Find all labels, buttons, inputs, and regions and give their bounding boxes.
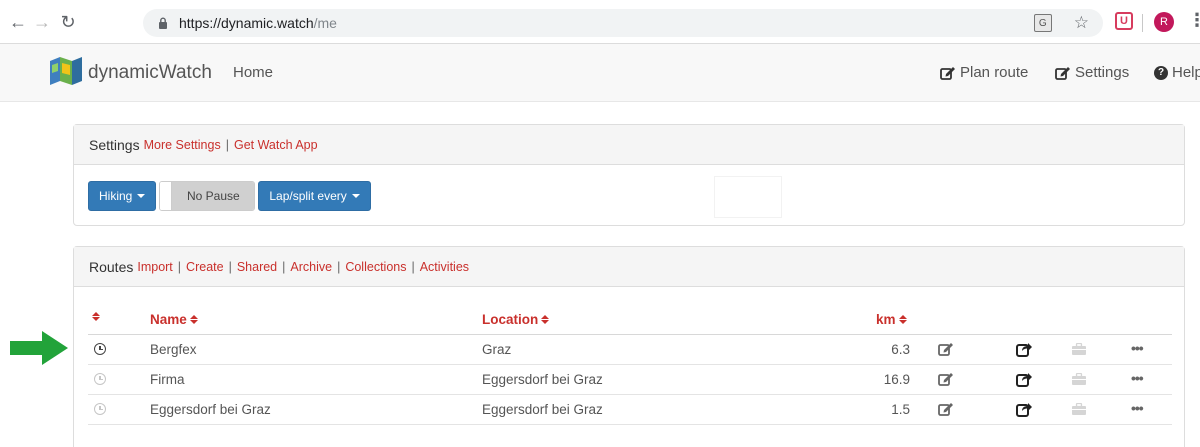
edit-icon[interactable] (938, 371, 954, 387)
green-pointer-arrow-icon (10, 331, 68, 365)
translate-icon[interactable]: G (1033, 14, 1052, 32)
profile-avatar[interactable]: R (1154, 12, 1174, 32)
sort-km-header[interactable]: km (876, 312, 907, 327)
sort-location-header[interactable]: Location (482, 312, 550, 327)
routes-panel-heading: Routes Import | Create | Shared | Archiv… (74, 247, 1184, 287)
activities-link[interactable]: Activities (420, 260, 469, 274)
import-link[interactable]: Import (137, 260, 172, 274)
lap-split-label: Lap/split every (269, 189, 347, 203)
km-column-label: km (876, 312, 896, 327)
app-navbar: dynamicWatch Home Plan route Settings ? … (0, 44, 1200, 102)
address-bar[interactable]: https://dynamic.watch/me G ☆ (143, 9, 1103, 37)
toolbar-divider (1142, 14, 1143, 32)
table-header: Name Location km (88, 307, 1172, 335)
pause-toggle[interactable]: No Pause (159, 181, 256, 211)
route-location: Eggersdorf bei Graz (482, 372, 603, 387)
link-separator: | (228, 259, 232, 274)
lap-split-dropdown-button[interactable]: Lap/split every (258, 181, 371, 211)
settings-panel-heading: Settings More Settings | Get Watch App (74, 125, 1184, 165)
table-row[interactable]: Bergfex Graz 6.3 ••• (88, 335, 1172, 365)
settings-panel-title: Settings (89, 136, 140, 153)
sort-icon (541, 315, 550, 324)
url-path: /me (313, 15, 337, 31)
extension-icon[interactable]: U (1115, 12, 1133, 30)
route-name[interactable]: Bergfex (150, 342, 197, 357)
history-clock-icon[interactable] (94, 343, 106, 355)
edit-icon[interactable] (938, 401, 954, 417)
brand-name[interactable]: dynamicWatch (88, 62, 212, 84)
settings-label: Settings (1075, 64, 1130, 81)
lock-icon (155, 15, 171, 31)
table-row[interactable]: Eggersdorf bei Graz Eggersdorf bei Graz … (88, 395, 1172, 425)
sort-name-header[interactable]: Name (150, 312, 198, 327)
caret-down-icon (351, 194, 360, 198)
plan-route-link[interactable]: Plan route (940, 64, 1028, 81)
toggle-knob (160, 182, 173, 210)
help-question-icon: ? (1154, 65, 1168, 80)
share-export-icon[interactable] (1016, 371, 1032, 387)
more-options-icon[interactable]: ••• (1131, 370, 1144, 386)
briefcase-icon[interactable] (1072, 343, 1086, 355)
routes-panel: Routes Import | Create | Shared | Archiv… (73, 246, 1185, 447)
help-label: Help (1172, 64, 1200, 81)
route-km: 1.5 (891, 402, 910, 417)
history-clock-icon[interactable] (94, 373, 106, 385)
name-column-label: Name (150, 312, 187, 327)
route-location: Eggersdorf bei Graz (482, 402, 603, 417)
route-name[interactable]: Eggersdorf bei Graz (150, 402, 271, 417)
back-arrow-icon[interactable]: ← (6, 10, 30, 34)
share-export-icon[interactable] (1016, 401, 1032, 417)
reload-icon[interactable]: ↻ (56, 10, 80, 34)
browser-menu-icon[interactable]: ⋮ (1188, 10, 1200, 31)
route-km: 16.9 (883, 372, 910, 387)
settings-panel: Settings More Settings | Get Watch App H… (73, 124, 1185, 226)
table-row[interactable]: Firma Eggersdorf bei Graz 16.9 ••• (88, 365, 1172, 395)
briefcase-icon[interactable] (1072, 373, 1086, 385)
sort-recent-header[interactable] (92, 312, 100, 321)
caret-down-icon (137, 194, 146, 198)
empty-placeholder-box (714, 176, 782, 218)
edit-icon[interactable] (938, 341, 954, 357)
history-clock-icon[interactable] (94, 403, 106, 415)
archive-link[interactable]: Archive (290, 260, 332, 274)
route-km: 6.3 (891, 342, 910, 357)
settings-link[interactable]: Settings (1055, 64, 1129, 81)
more-options-icon[interactable]: ••• (1131, 400, 1144, 416)
nav-home-link[interactable]: Home (233, 64, 273, 81)
sort-icon (189, 315, 198, 324)
plan-route-label: Plan route (960, 64, 1029, 81)
get-watch-app-link[interactable]: Get Watch App (234, 138, 318, 152)
link-separator: | (177, 259, 182, 274)
routes-panel-title: Routes (89, 258, 134, 275)
settings-button-row: Hiking No Pause Lap/split every (88, 181, 371, 211)
browser-toolbar: ← → ↻ https://dynamic.watch/me G ☆ U R ⋮ (0, 0, 1200, 44)
activity-dropdown-button[interactable]: Hiking (88, 181, 157, 211)
url-host: https://dynamic.watch (179, 15, 314, 31)
sort-icon (92, 312, 100, 321)
create-link[interactable]: Create (186, 260, 224, 274)
link-separator: | (337, 259, 341, 274)
share-export-icon[interactable] (1016, 341, 1032, 357)
forward-arrow-icon[interactable]: → (30, 10, 54, 34)
bookmark-star-icon[interactable]: ☆ (1074, 13, 1089, 33)
more-options-icon[interactable]: ••• (1131, 340, 1144, 356)
sort-icon (898, 315, 907, 324)
briefcase-icon[interactable] (1072, 403, 1086, 415)
route-location: Graz (482, 342, 512, 357)
activity-dropdown-label: Hiking (99, 189, 133, 203)
pause-toggle-label: No Pause (172, 182, 255, 210)
shared-link[interactable]: Shared (237, 260, 277, 274)
more-settings-link[interactable]: More Settings (144, 138, 221, 152)
dynamicwatch-logo-icon[interactable] (48, 55, 84, 87)
link-separator: | (282, 259, 286, 274)
link-separator: | (225, 137, 229, 152)
edit-square-icon (1055, 66, 1070, 80)
location-column-label: Location (482, 312, 539, 327)
collections-link[interactable]: Collections (345, 260, 406, 274)
edit-square-icon (940, 66, 955, 80)
help-link[interactable]: ? Help (1154, 64, 1200, 81)
link-separator: | (411, 259, 415, 274)
route-name[interactable]: Firma (150, 372, 185, 387)
